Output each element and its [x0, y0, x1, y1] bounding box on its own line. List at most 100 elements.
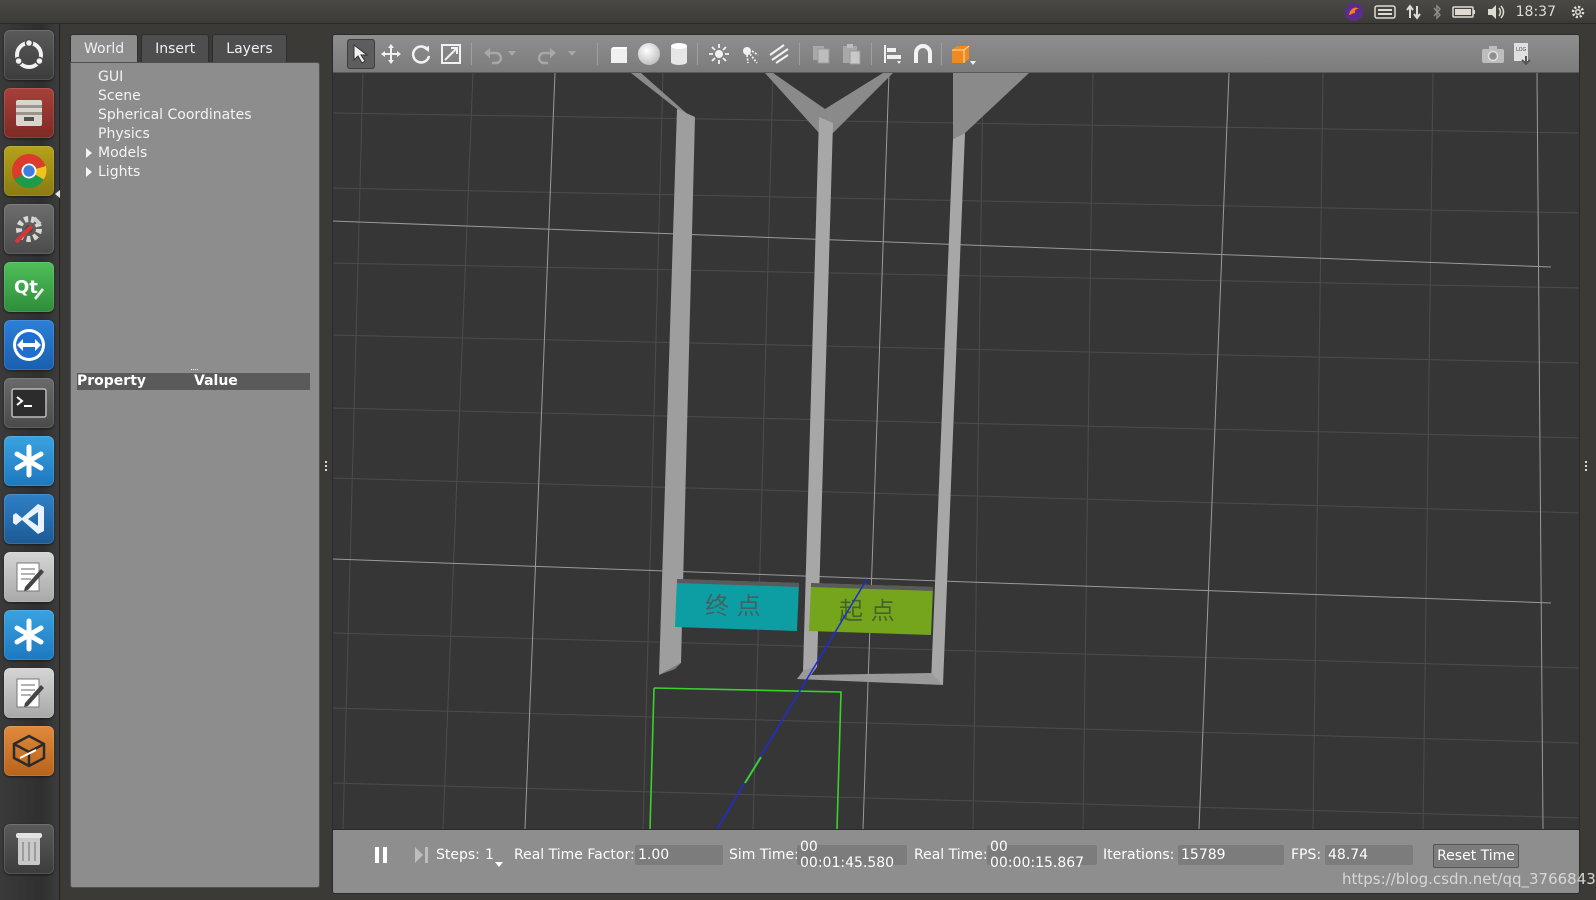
finish-sign-text: 终 点 [705, 592, 761, 620]
redo-icon[interactable] [533, 39, 561, 69]
tree-item-label: Physics [98, 125, 150, 142]
active-indicator [55, 190, 60, 198]
left-panel: World Insert Layers GUI Scene Spherical … [70, 34, 320, 890]
right-panel-collapse-handle[interactable] [1584, 460, 1588, 472]
toolbar-separator [471, 43, 472, 65]
tree-item-label: Models [98, 144, 148, 161]
files-icon[interactable] [4, 88, 54, 138]
scale-icon[interactable] [437, 39, 465, 69]
directional-light-icon[interactable] [765, 39, 793, 69]
toolbar-separator [941, 43, 942, 65]
sim-time-label: Sim Time: [729, 847, 799, 863]
tab-layers[interactable]: Layers [212, 34, 287, 62]
firefox-icon[interactable] [1344, 0, 1364, 24]
tab-world[interactable]: World [70, 34, 139, 62]
ubuntu-dash-icon[interactable] [4, 30, 54, 80]
tree-item-label: GUI [98, 68, 124, 85]
point-light-icon[interactable] [705, 39, 733, 69]
world-tree: GUI Scene Spherical Coordinates Physics … [71, 67, 319, 181]
teamviewer-icon[interactable] [4, 320, 54, 370]
tree-item-gui[interactable]: GUI [71, 67, 319, 86]
selection-bounding-box [649, 687, 842, 830]
undo-dropdown-icon[interactable] [505, 39, 519, 69]
scene-render[interactable]: 终 点 起 点 [333, 72, 1580, 830]
tree-item-models[interactable]: Models [71, 143, 319, 162]
pause-icon[interactable] [373, 846, 389, 868]
sphere-icon[interactable] [635, 39, 663, 69]
reset-time-button[interactable]: Reset Time [1433, 844, 1519, 868]
undo-icon[interactable] [479, 39, 507, 69]
gear-icon[interactable] [1570, 0, 1586, 24]
system-tray: 18:37 [1344, 0, 1596, 24]
redo-dropdown-icon[interactable] [565, 39, 579, 69]
property-column-header[interactable]: Property [77, 373, 146, 389]
svg-text:LOG: LOG [1516, 47, 1527, 53]
steps-label: Steps: [436, 847, 480, 863]
volume-icon[interactable] [1486, 0, 1506, 24]
iterations-value: 15789 [1178, 845, 1284, 865]
battery-icon[interactable] [1451, 0, 1476, 24]
select-arrow-icon[interactable] [347, 39, 375, 69]
vscode-icon[interactable] [4, 494, 54, 544]
snap-icon[interactable] [909, 39, 937, 69]
step-icon[interactable] [413, 846, 429, 868]
terminal-icon[interactable] [4, 378, 54, 428]
text-editor-icon[interactable] [4, 552, 54, 602]
keyboard-icon[interactable] [1373, 0, 1396, 24]
change-view-icon[interactable] [949, 39, 977, 69]
spot-light-icon[interactable] [735, 39, 763, 69]
steps-dropdown-icon[interactable] [495, 853, 503, 872]
tree-item-label: Lights [98, 163, 141, 180]
network-icon[interactable] [1405, 0, 1422, 24]
launcher: Qt [0, 24, 60, 900]
svg-text:Qt: Qt [14, 277, 38, 298]
chrome-icon[interactable] [4, 146, 54, 196]
system-settings-icon[interactable] [4, 204, 54, 254]
kde-app-icon[interactable] [4, 436, 54, 486]
tree-item-lights[interactable]: Lights [71, 162, 319, 181]
scene-view: LOG 终 点 起 点 Steps: 1 Real Time Factor: 1… [332, 34, 1580, 894]
screenshot-icon[interactable] [1479, 39, 1507, 69]
3d-viewport[interactable]: 终 点 起 点 [333, 72, 1580, 830]
panel-tabs: World Insert Layers [70, 34, 290, 62]
splitter-handle[interactable] [191, 369, 198, 372]
tree-item-physics[interactable]: Physics [71, 124, 319, 143]
align-icon[interactable] [879, 39, 907, 69]
rotate-icon[interactable] [407, 39, 435, 69]
text-editor-icon[interactable] [4, 668, 54, 718]
box-icon[interactable] [605, 39, 633, 69]
kde-app-icon[interactable] [4, 610, 54, 660]
watermark: https://blog.csdn.net/qq_37668436 [1342, 870, 1596, 888]
gazebo-icon[interactable] [4, 726, 54, 776]
tree-item-spherical-coordinates[interactable]: Spherical Coordinates [71, 105, 319, 124]
real-time-value: 00 00:00:15.867 [987, 839, 1097, 871]
tree-item-scene[interactable]: Scene [71, 86, 319, 105]
fps-label: FPS: [1291, 847, 1322, 863]
trash-icon[interactable] [4, 824, 54, 874]
value-column-header[interactable]: Value [194, 373, 238, 389]
property-table-header: Property Value [77, 373, 310, 390]
real-time-factor-label: Real Time Factor: [514, 847, 635, 863]
expand-arrow-icon[interactable] [86, 148, 92, 158]
real-time-factor-value: 1.00 [635, 845, 723, 865]
clock[interactable]: 18:37 [1516, 4, 1556, 20]
left-panel-collapse-handle[interactable] [324, 460, 328, 472]
cylinder-icon[interactable] [665, 39, 693, 69]
copy-icon[interactable] [807, 39, 835, 69]
log-icon[interactable]: LOG [1509, 39, 1537, 69]
qt-creator-icon[interactable]: Qt [4, 262, 54, 312]
world-tree-panel: GUI Scene Spherical Coordinates Physics … [70, 62, 320, 888]
toolbar-separator [799, 43, 800, 65]
toolbar-separator [697, 43, 698, 65]
scene-toolbar: LOG [333, 35, 1579, 73]
tree-item-label: Spherical Coordinates [98, 106, 252, 123]
paste-icon[interactable] [837, 39, 865, 69]
tree-item-label: Scene [98, 87, 141, 104]
sim-time-value: 00 00:01:45.580 [797, 839, 907, 871]
translate-icon[interactable] [377, 39, 405, 69]
y-axis-line [744, 756, 762, 784]
expand-arrow-icon[interactable] [86, 167, 92, 177]
steps-value[interactable]: 1 [485, 847, 494, 863]
bluetooth-icon[interactable] [1432, 0, 1442, 24]
tab-insert[interactable]: Insert [141, 34, 210, 62]
